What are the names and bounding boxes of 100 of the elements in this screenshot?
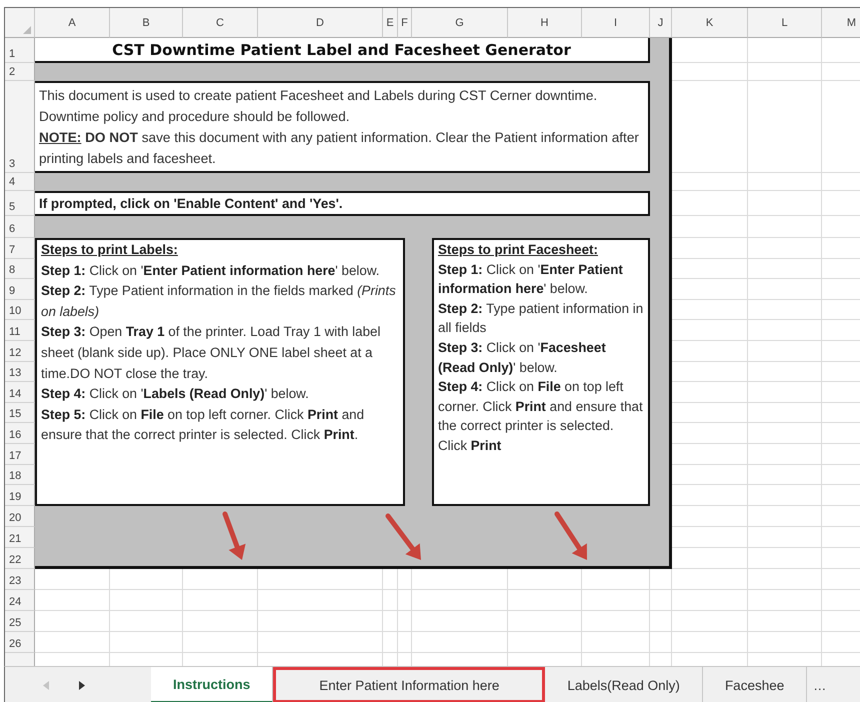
sheet-cell[interactable] <box>672 632 748 653</box>
column-header[interactable]: J <box>650 8 672 38</box>
sheet-cell[interactable] <box>748 382 822 403</box>
sheet-cell[interactable] <box>672 610 748 632</box>
sheet-cell[interactable] <box>672 568 748 590</box>
sheet-cell[interactable] <box>748 300 822 320</box>
sheet-cell[interactable] <box>258 632 383 653</box>
sheet-cell[interactable] <box>398 632 412 653</box>
sheet-cell[interactable] <box>748 423 822 444</box>
row-header[interactable]: 21 <box>5 526 35 548</box>
column-header[interactable]: K <box>672 8 748 38</box>
next-sheet-button[interactable] <box>77 678 87 692</box>
sheet-cell[interactable] <box>748 340 822 362</box>
row-header[interactable]: 8 <box>5 258 35 280</box>
column-header[interactable]: H <box>508 8 582 38</box>
row-header[interactable]: 13 <box>5 362 35 382</box>
row-header[interactable]: 15 <box>5 402 35 424</box>
sheet-cell[interactable] <box>508 632 582 653</box>
sheet-tab[interactable]: Enter Patient Information here <box>273 667 546 702</box>
sheet-cell[interactable] <box>183 590 258 611</box>
sheet-cell[interactable] <box>508 610 582 632</box>
row-header[interactable]: 3 <box>5 81 35 173</box>
sheet-cell[interactable] <box>672 590 748 611</box>
sheet-cell[interactable] <box>383 590 398 611</box>
row-header[interactable]: 18 <box>5 464 35 486</box>
row-header[interactable]: 26 <box>5 632 35 653</box>
column-header[interactable]: G <box>412 8 508 38</box>
row-header[interactable]: 4 <box>5 173 35 191</box>
row-header[interactable]: 23 <box>5 568 35 590</box>
row-header[interactable]: 9 <box>5 279 35 300</box>
sheet-cell[interactable] <box>748 216 822 238</box>
sheet-cell[interactable] <box>748 81 822 173</box>
sheet-cell[interactable] <box>398 610 412 632</box>
row-header[interactable]: 10 <box>5 300 35 320</box>
sheet-cell[interactable] <box>582 590 650 611</box>
sheet-cell[interactable] <box>582 632 650 653</box>
sheet-cell[interactable] <box>582 610 650 632</box>
row-header[interactable]: 6 <box>5 216 35 238</box>
sheet-cell[interactable] <box>748 173 822 191</box>
sheet-cell[interactable] <box>258 590 383 611</box>
sheet-cell[interactable] <box>748 38 822 63</box>
column-header[interactable]: I <box>582 8 650 38</box>
sheet-cell[interactable] <box>412 610 508 632</box>
sheet-cell[interactable] <box>383 610 398 632</box>
column-header[interactable]: B <box>110 8 183 38</box>
sheet-cell[interactable] <box>110 610 183 632</box>
sheet-cell[interactable] <box>110 632 183 653</box>
sheet-cell[interactable] <box>748 632 822 653</box>
row-header[interactable]: 16 <box>5 423 35 444</box>
sheet-cell[interactable] <box>508 590 582 611</box>
sheet-cell[interactable] <box>650 590 672 611</box>
row-header[interactable]: 25 <box>5 610 35 632</box>
sheet-cell[interactable] <box>748 444 822 465</box>
sheet-cell[interactable] <box>748 568 822 590</box>
sheet-cell[interactable] <box>110 590 183 611</box>
sheet-cell[interactable] <box>183 610 258 632</box>
row-header[interactable]: 2 <box>5 63 35 81</box>
sheet-cell[interactable] <box>35 632 110 653</box>
row-header[interactable]: 5 <box>5 191 35 216</box>
row-header[interactable]: 22 <box>5 548 35 569</box>
sheet-cell[interactable] <box>748 485 822 506</box>
sheet-cell[interactable] <box>748 590 822 611</box>
sheet-cell[interactable] <box>35 610 110 632</box>
row-header[interactable]: 14 <box>5 382 35 403</box>
sheet-cell[interactable] <box>412 590 508 611</box>
sheet-cell[interactable] <box>748 610 822 632</box>
row-header[interactable]: 19 <box>5 485 35 506</box>
sheet-tab[interactable]: Faceshee <box>702 667 808 702</box>
column-header[interactable]: M <box>822 8 860 38</box>
sheet-cell[interactable] <box>748 464 822 486</box>
row-header[interactable]: 24 <box>5 590 35 611</box>
column-header[interactable]: L <box>748 8 822 38</box>
sheet-cell[interactable] <box>748 362 822 382</box>
row-header[interactable]: 17 <box>5 444 35 465</box>
sheet-cell[interactable] <box>398 590 412 611</box>
sheet-cell[interactable] <box>650 632 672 653</box>
sheet-cell[interactable] <box>183 632 258 653</box>
row-header[interactable]: 1 <box>5 38 35 63</box>
sheet-cell[interactable] <box>748 402 822 424</box>
sheet-cell[interactable] <box>748 506 822 527</box>
column-header[interactable]: D <box>258 8 383 38</box>
sheet-tab[interactable]: Labels(Read Only) <box>545 667 703 702</box>
column-header[interactable]: E <box>383 8 398 38</box>
sheet-cell[interactable] <box>748 191 822 216</box>
sheet-cell[interactable] <box>35 590 110 611</box>
row-header[interactable]: 12 <box>5 340 35 362</box>
row-header[interactable]: 7 <box>5 238 35 259</box>
sheet-cell[interactable] <box>748 526 822 548</box>
sheet-cell[interactable] <box>258 610 383 632</box>
column-header[interactable]: F <box>398 8 412 38</box>
column-header[interactable]: C <box>183 8 258 38</box>
select-all-icon[interactable] <box>23 26 31 34</box>
sheet-cell[interactable] <box>748 258 822 280</box>
sheet-cell[interactable] <box>748 548 822 569</box>
sheet-cell[interactable] <box>748 63 822 81</box>
sheet-cell[interactable] <box>748 238 822 259</box>
sheet-cell[interactable] <box>748 279 822 300</box>
row-header[interactable]: 20 <box>5 506 35 527</box>
sheet-cell[interactable] <box>383 632 398 653</box>
sheet-cell[interactable] <box>412 632 508 653</box>
